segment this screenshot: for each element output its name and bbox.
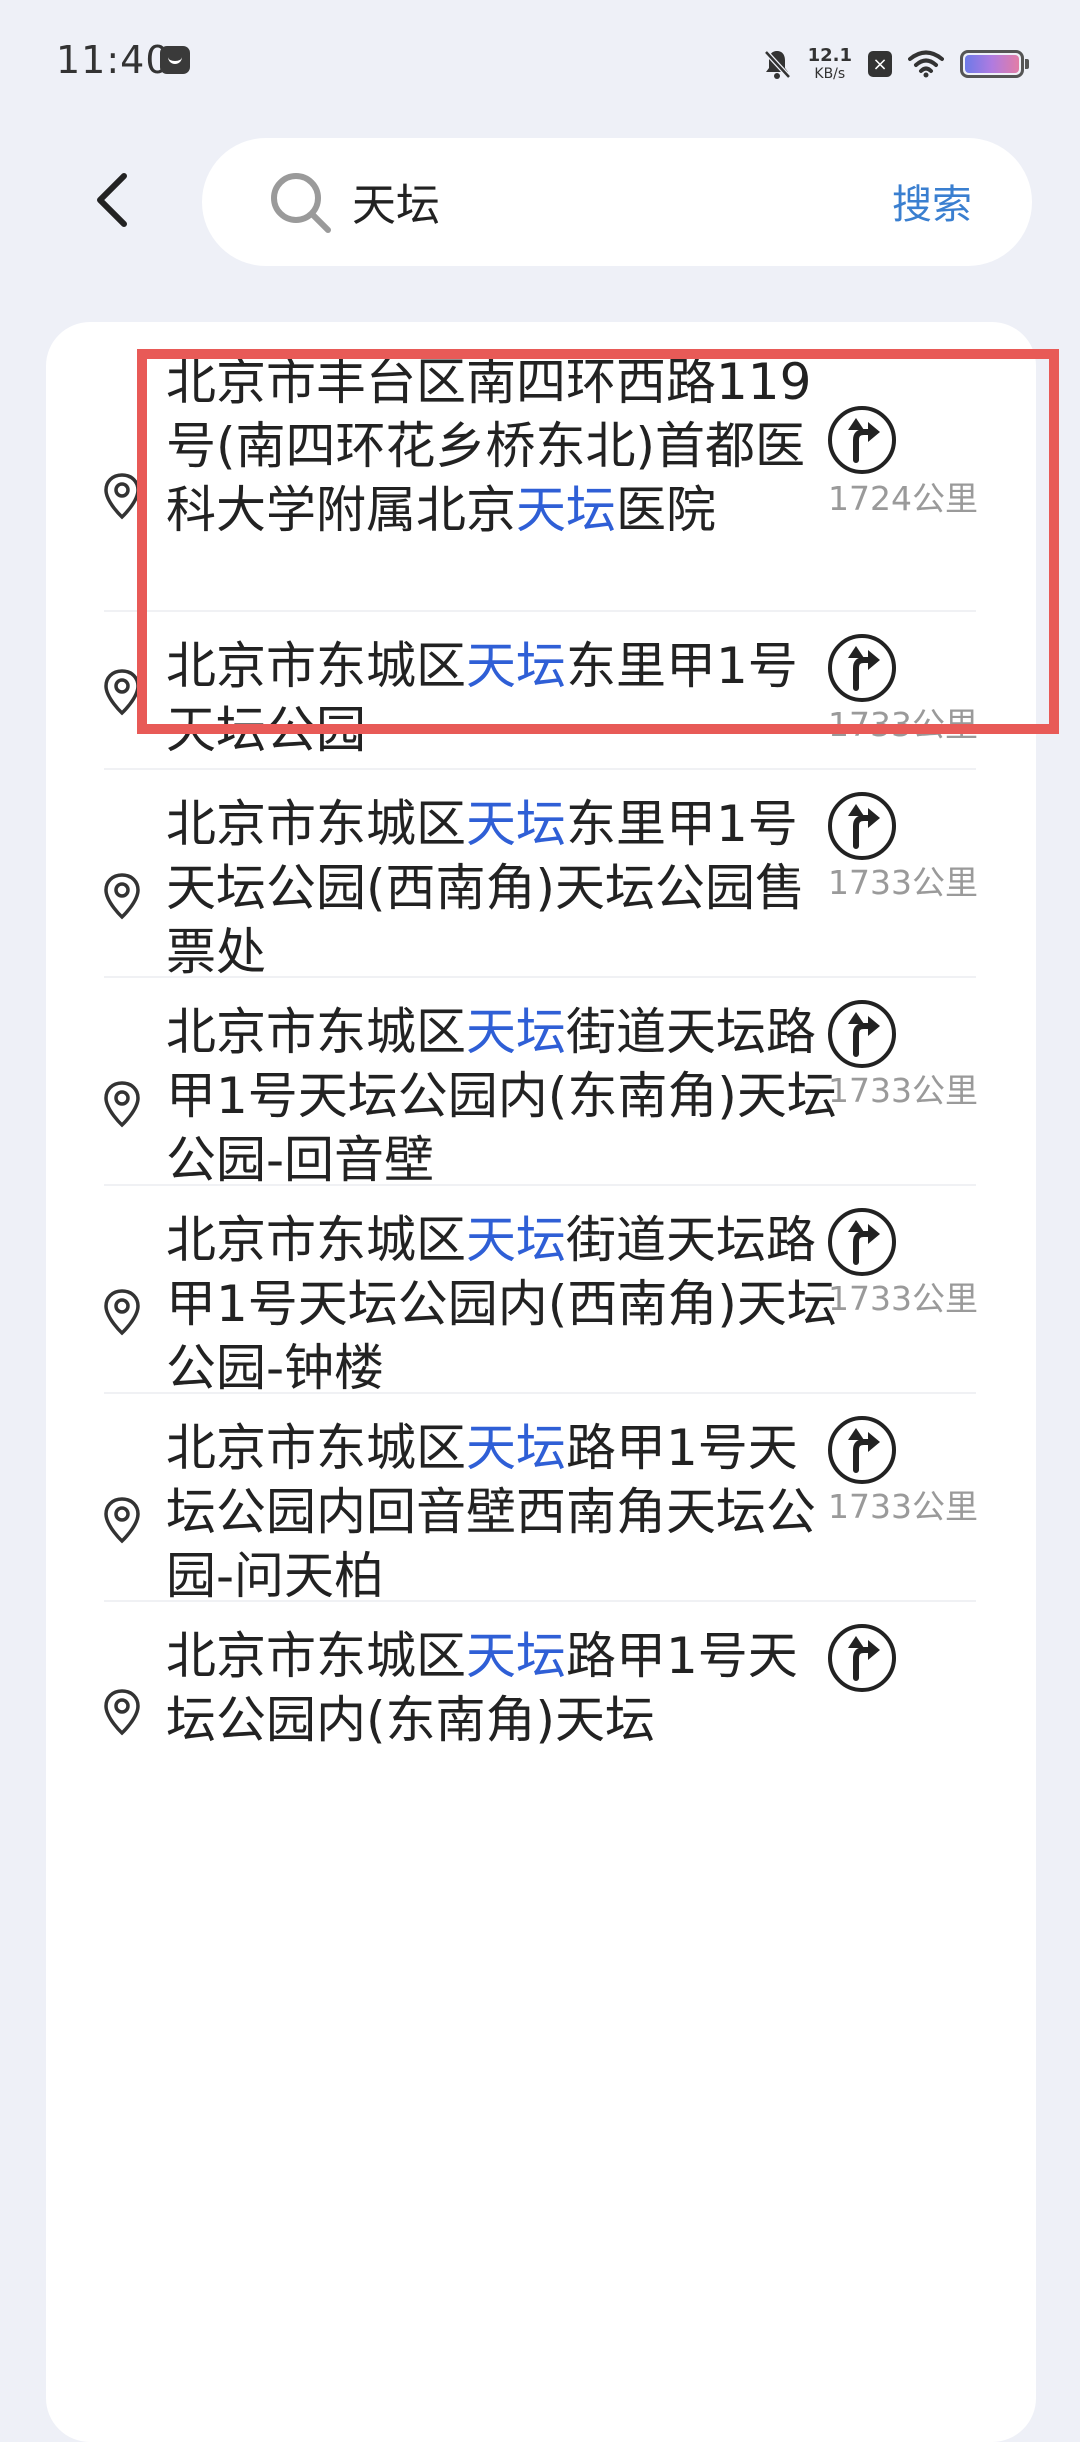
result-address: 北京市东城区天坛街道天坛路甲1号天坛公园内(西南角)天坛公园-钟楼 bbox=[166, 1208, 846, 1400]
bell-muted-icon bbox=[763, 50, 791, 79]
result-distance: 1724公里 bbox=[828, 479, 978, 518]
address-keyword-highlight: 天坛 bbox=[516, 481, 616, 539]
address-text: 医院 bbox=[616, 481, 716, 539]
app-notification-icon bbox=[160, 46, 190, 74]
route-navigation-icon[interactable] bbox=[826, 1622, 898, 1694]
result-distance: 1733公里 bbox=[828, 1071, 978, 1110]
result-address: 北京市东城区天坛东里甲1号天坛公园(西南角)天坛公园售票处 bbox=[166, 792, 846, 984]
search-icon bbox=[271, 173, 331, 233]
result-address: 北京市东城区天坛东里甲1号天坛公园 bbox=[166, 634, 846, 762]
address-text: 北京市东城区 bbox=[166, 795, 466, 853]
result-distance: 1733公里 bbox=[828, 863, 978, 902]
net-speed: 12.1 KB/s bbox=[807, 45, 852, 82]
result-distance: 1733公里 bbox=[828, 1487, 978, 1526]
blocked-icon: × bbox=[868, 51, 892, 77]
location-pin-icon bbox=[104, 1689, 140, 1736]
net-speed-unit: KB/s bbox=[814, 66, 846, 82]
battery-level bbox=[965, 55, 1019, 73]
route-navigation-icon[interactable] bbox=[826, 632, 898, 704]
search-input[interactable] bbox=[352, 168, 852, 234]
wifi-icon bbox=[908, 50, 944, 78]
battery-icon bbox=[960, 50, 1029, 78]
status-icons: 12.1 KB/s × bbox=[762, 40, 1029, 88]
route-navigation-icon[interactable] bbox=[826, 404, 898, 476]
address-keyword-highlight: 天坛 bbox=[466, 1211, 566, 1269]
results-list: 北京市丰台区南四环西路119号(南四环花乡桥东北)首都医科大学附属北京天坛医院 1… bbox=[46, 322, 1036, 2442]
result-item[interactable]: 北京市东城区天坛东里甲1号天坛公园 1733公里 bbox=[46, 612, 1036, 770]
route-navigation-icon[interactable] bbox=[826, 790, 898, 862]
location-pin-icon bbox=[104, 1497, 140, 1544]
location-pin-icon bbox=[104, 1081, 140, 1128]
address-keyword-highlight: 天坛 bbox=[466, 795, 566, 853]
status-time: 11:40 bbox=[56, 38, 171, 82]
address-text: 北京市东城区 bbox=[166, 637, 466, 695]
route-navigation-icon[interactable] bbox=[826, 998, 898, 1070]
location-pin-icon bbox=[104, 669, 140, 716]
status-bar: 11:40 12.1 KB/s × bbox=[0, 0, 1080, 126]
result-address: 北京市东城区天坛路甲1号天坛公园内(东南角)天坛 bbox=[166, 1624, 846, 1752]
route-navigation-icon[interactable] bbox=[826, 1414, 898, 1486]
result-item[interactable]: 北京市东城区天坛路甲1号天坛公园内(东南角)天坛 bbox=[46, 1602, 1036, 1862]
result-address: 北京市东城区天坛街道天坛路甲1号天坛公园内(东南角)天坛公园-回音壁 bbox=[166, 1000, 846, 1192]
address-keyword-highlight: 天坛 bbox=[466, 1419, 566, 1477]
search-button[interactable]: 搜索 bbox=[892, 172, 972, 230]
back-button[interactable] bbox=[72, 160, 152, 240]
result-address: 北京市丰台区南四环西路119号(南四环花乡桥东北)首都医科大学附属北京天坛医院 bbox=[166, 350, 846, 542]
route-navigation-icon[interactable] bbox=[826, 1206, 898, 1278]
result-item[interactable]: 北京市东城区天坛东里甲1号天坛公园(西南角)天坛公园售票处 1733公里 bbox=[46, 770, 1036, 981]
address-text: 北京市东城区 bbox=[166, 1003, 466, 1061]
location-pin-icon bbox=[104, 873, 140, 920]
address-keyword-highlight: 天坛 bbox=[466, 1003, 566, 1061]
result-item[interactable]: 北京市东城区天坛街道天坛路甲1号天坛公园内(东南角)天坛公园-回音壁 1733公里 bbox=[46, 978, 1036, 1189]
search-bar[interactable]: 搜索 bbox=[202, 138, 1032, 266]
result-address: 北京市东城区天坛路甲1号天坛公园内回音壁西南角天坛公园-问天柏 bbox=[166, 1416, 846, 1608]
chevron-left-icon bbox=[97, 173, 127, 227]
address-text: 北京市东城区 bbox=[166, 1627, 466, 1685]
address-keyword-highlight: 天坛 bbox=[466, 1627, 566, 1685]
address-keyword-highlight: 天坛 bbox=[466, 637, 566, 695]
result-item[interactable]: 北京市东城区天坛街道天坛路甲1号天坛公园内(西南角)天坛公园-钟楼 1733公里 bbox=[46, 1186, 1036, 1397]
result-distance: 1733公里 bbox=[828, 705, 978, 744]
address-text: 北京市东城区 bbox=[166, 1211, 466, 1269]
location-pin-icon bbox=[104, 473, 140, 520]
result-item[interactable]: 北京市丰台区南四环西路119号(南四环花乡桥东北)首都医科大学附属北京天坛医院 1… bbox=[46, 322, 1036, 612]
address-text: 北京市东城区 bbox=[166, 1419, 466, 1477]
result-distance: 1733公里 bbox=[828, 1279, 978, 1318]
result-item[interactable]: 北京市东城区天坛路甲1号天坛公园内回音壁西南角天坛公园-问天柏 1733公里 bbox=[46, 1394, 1036, 1605]
location-pin-icon bbox=[104, 1289, 140, 1336]
net-speed-value: 12.1 bbox=[807, 45, 852, 66]
